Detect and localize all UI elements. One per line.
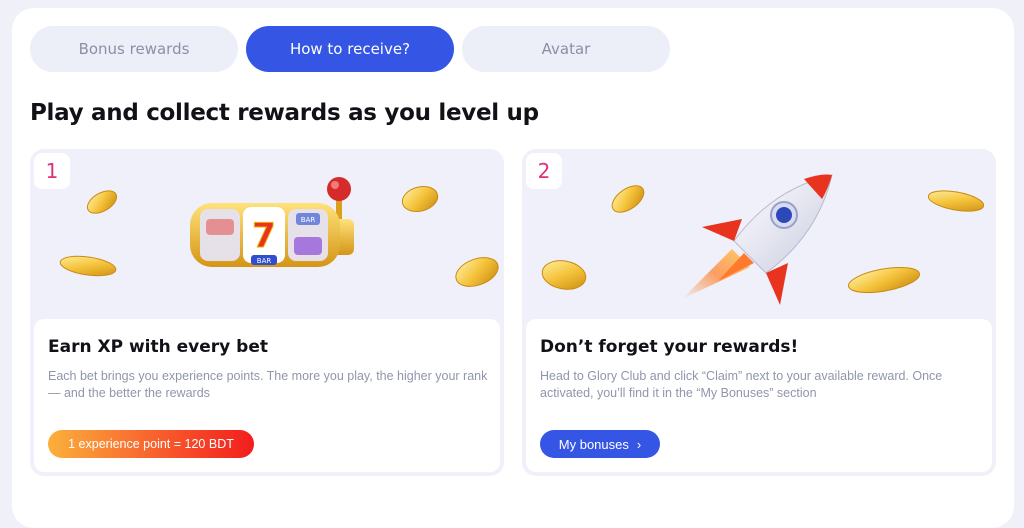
tab-bonus-rewards[interactable]: Bonus rewards xyxy=(30,26,238,72)
coin-icon xyxy=(927,190,985,212)
my-bonuses-button[interactable]: My bonuses › xyxy=(540,430,660,458)
rocket-icon xyxy=(682,174,833,305)
step-number-1: 1 xyxy=(34,153,70,189)
slot-machine-icon: 7 BAR BAR xyxy=(190,177,354,267)
slot-bar-label-2: BAR xyxy=(301,216,316,224)
rewards-panel: Bonus rewards How to receive? Avatar Pla… xyxy=(12,8,1014,528)
step-description: Each bet brings you experience points. T… xyxy=(48,369,488,400)
step-number-2: 2 xyxy=(526,153,562,189)
coin-icon xyxy=(455,257,499,287)
tab-how-to-receive[interactable]: How to receive? xyxy=(246,26,454,72)
tab-avatar[interactable]: Avatar xyxy=(462,26,670,72)
step-title: Earn XP with every bet xyxy=(48,337,269,357)
slot-seven-label: 7 xyxy=(252,216,276,256)
coin-icon xyxy=(401,186,439,212)
coin-icon xyxy=(59,255,117,277)
coin-icon xyxy=(541,260,587,290)
step-title: Don’t forget your rewards! xyxy=(540,337,799,357)
coin-icon xyxy=(86,190,118,214)
slot-bar-label: BAR xyxy=(257,257,272,265)
tab-bar: Bonus rewards How to receive? Avatar xyxy=(30,26,670,72)
step-card-earn-xp: 7 BAR BAR 1 Earn XP with every bet Each … xyxy=(30,149,504,476)
step-card-body: Earn XP with every bet Each bet brings y… xyxy=(34,319,500,472)
xp-rate-badge: 1 experience point = 120 BDT xyxy=(48,430,254,458)
step-card-claim-rewards: 2 Don’t forget your rewards! Head to Glo… xyxy=(522,149,996,476)
chevron-right-icon: › xyxy=(636,436,642,452)
my-bonuses-label: My bonuses xyxy=(558,436,629,452)
coin-icon xyxy=(611,185,645,213)
slot-machine-illustration: 7 BAR BAR xyxy=(59,177,499,287)
step-description: Head to Glory Club and click “Claim” nex… xyxy=(540,369,943,400)
rocket-illustration xyxy=(541,174,985,305)
coin-icon xyxy=(847,266,921,294)
step-card-body: Don’t forget your rewards! Head to Glory… xyxy=(526,319,992,472)
page-title: Play and collect rewards as you level up xyxy=(30,100,539,126)
